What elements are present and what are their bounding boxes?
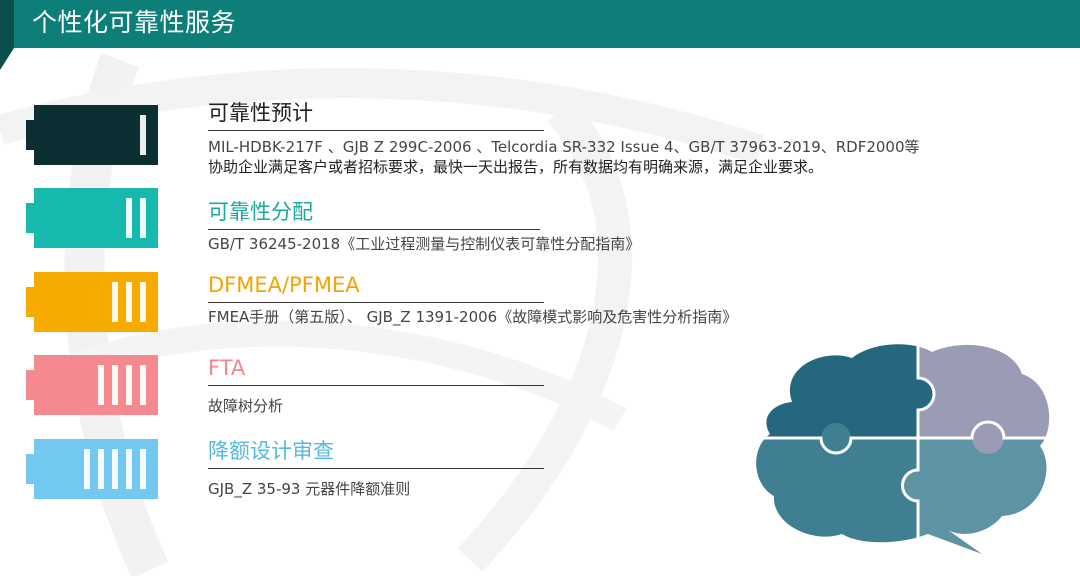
battery-level-2-icon bbox=[26, 188, 158, 248]
page-title: 个性化可靠性服务 bbox=[32, 8, 237, 37]
battery-level-3-icon bbox=[26, 272, 158, 332]
battery-charge-bar bbox=[112, 449, 118, 489]
battery-charge-bar bbox=[126, 198, 132, 238]
battery-charge-bar bbox=[140, 198, 146, 238]
battery-charge-bar bbox=[112, 282, 118, 322]
battery-body bbox=[34, 439, 158, 499]
item-title: FTA bbox=[208, 356, 246, 380]
item-title: 可靠性预计 bbox=[208, 101, 313, 125]
battery-charge-bar bbox=[126, 282, 132, 322]
battery-charge-bar bbox=[126, 365, 132, 405]
battery-body bbox=[34, 272, 158, 332]
battery-charge-bar bbox=[140, 449, 146, 489]
battery-body bbox=[34, 188, 158, 248]
brain-puzzle-icon bbox=[752, 338, 1056, 560]
battery-level-5-icon bbox=[26, 439, 158, 499]
battery-charge-bar bbox=[84, 449, 90, 489]
battery-charge-bar bbox=[140, 282, 146, 322]
battery-level-1-icon bbox=[26, 105, 158, 165]
header-notch bbox=[0, 0, 14, 70]
battery-body bbox=[34, 105, 158, 165]
battery-charge-bar bbox=[112, 365, 118, 405]
item-title: DFMEA/PFMEA bbox=[208, 273, 360, 297]
item-description: GJB_Z 35-93 元器件降额准则 bbox=[208, 480, 411, 498]
item-dfmea-pfmea: DFMEA/PFMEA FMEA手册（第五版）、 GJB_Z 1391-2006… bbox=[208, 272, 737, 327]
item-reliability-allocation: 可靠性分配 GB/T 36245-2018《工业过程测量与控制仪表可靠性分配指南… bbox=[208, 199, 640, 254]
battery-level-4-icon bbox=[26, 355, 158, 415]
item-description: GB/T 36245-2018《工业过程测量与控制仪表可靠性分配指南》 bbox=[208, 235, 641, 253]
item-title: 降额设计审查 bbox=[208, 439, 334, 463]
battery-charge-bar bbox=[98, 365, 104, 405]
item-divider bbox=[208, 302, 544, 303]
puzzle-piece-top-left bbox=[756, 344, 918, 438]
battery-body bbox=[34, 355, 158, 415]
item-divider bbox=[208, 229, 540, 230]
item-divider bbox=[208, 468, 544, 469]
item-description: MIL-HDBK-217F 、GJB Z 299C-2006 、Telcordi… bbox=[208, 138, 920, 156]
battery-charge-bar bbox=[126, 449, 132, 489]
puzzle-piece-bottom-right bbox=[918, 438, 1050, 554]
item-divider bbox=[208, 385, 544, 386]
item-description: 故障树分析 bbox=[208, 397, 284, 415]
item-divider bbox=[208, 130, 544, 131]
item-fta: FTA 故障树分析 bbox=[208, 355, 544, 416]
item-note: 协助企业满足客户或者招标要求，最快一天出报告，所有数据均有明确来源，满足企业要求… bbox=[208, 158, 824, 176]
item-title: 可靠性分配 bbox=[208, 200, 313, 224]
battery-charge-bar bbox=[140, 115, 146, 155]
battery-charge-bar bbox=[140, 365, 146, 405]
item-description: FMEA手册（第五版）、 GJB_Z 1391-2006《故障模式影响及危害性分… bbox=[208, 308, 738, 326]
battery-charge-bar bbox=[98, 449, 104, 489]
puzzle-piece-bottom-left bbox=[756, 438, 918, 554]
item-derating-review: 降额设计审查 GJB_Z 35-93 元器件降额准则 bbox=[208, 438, 544, 499]
item-reliability-prediction: 可靠性预计 MIL-HDBK-217F 、GJB Z 299C-2006 、Te… bbox=[208, 100, 920, 177]
